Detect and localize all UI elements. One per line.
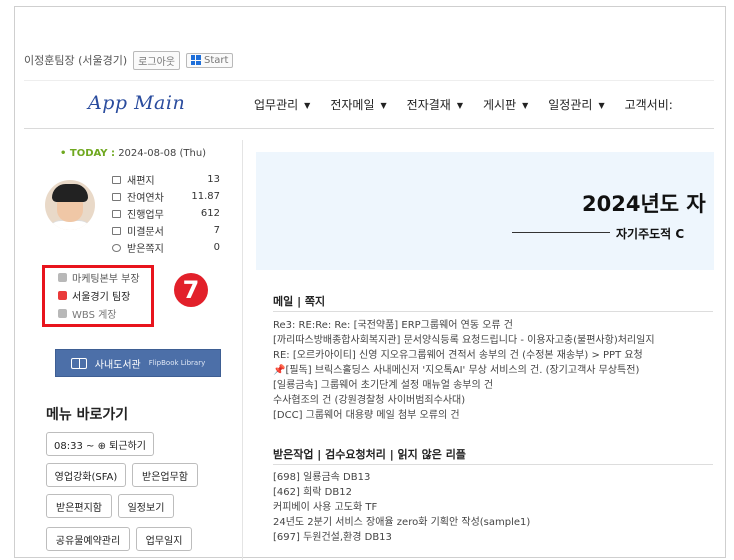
- mail-icon: [112, 175, 121, 184]
- task-list: [698] 일룡금속 DB13 [462] 희락 DB12 커피베이 사용 고도…: [273, 470, 713, 545]
- mail-list: Re3: RE:Re: Re: [국전약품] ERP그룹웨어 연동 오류 건 […: [273, 318, 713, 423]
- shortcut-title: 메뉴 바로가기: [46, 407, 129, 423]
- caret-down-icon: ▼: [456, 101, 463, 110]
- list-item[interactable]: 커피베이 사용 고도화 TF: [273, 500, 713, 515]
- shortcut-received-tasks[interactable]: 받은업무함: [132, 463, 198, 487]
- caret-down-icon: ▼: [598, 101, 605, 110]
- banner-title: 2024년도 자: [582, 192, 706, 216]
- stat-notes[interactable]: 받은쪽지 0: [112, 239, 220, 256]
- stat-tasks[interactable]: 진행업무 612: [112, 205, 220, 222]
- shortcut-inbox[interactable]: 받은편지함: [46, 494, 112, 518]
- windows-icon: [190, 55, 201, 65]
- step-marker: 7: [174, 273, 208, 307]
- user-name: 이정훈팀장 (서울경기): [24, 54, 128, 67]
- task-icon: [112, 209, 121, 218]
- list-item[interactable]: [일룡금속] 그룹웨어 초기단계 설정 매뉴얼 송부의 건: [273, 378, 713, 393]
- mail-section-title[interactable]: 메일 | 쪽지: [273, 293, 325, 309]
- stat-new-mail[interactable]: 새편지 13: [112, 171, 220, 188]
- caret-down-icon: ▼: [304, 101, 311, 110]
- department-icon: [58, 308, 67, 318]
- nav-item-mail[interactable]: 전자메일 ▼: [330, 96, 386, 113]
- list-item[interactable]: 24년도 2분기 서비스 장애율 zero화 기획안 작성(sample1): [273, 515, 713, 530]
- header-divider: [24, 128, 714, 129]
- stat-pending-docs[interactable]: 미결문서 7: [112, 222, 220, 239]
- start-label: Start: [203, 54, 229, 66]
- banner-subtitle: 자기주도적 C: [616, 227, 685, 241]
- document-icon: [112, 226, 121, 235]
- divider: [273, 464, 713, 465]
- department-icon: [58, 272, 67, 282]
- nav-item-board[interactable]: 게시판 ▼: [483, 96, 528, 113]
- sidebar-divider: [242, 140, 243, 560]
- shortcut-worklog[interactable]: 업무일지: [136, 527, 192, 551]
- nav-item-task[interactable]: 업무관리 ▼: [254, 96, 310, 113]
- dept-item-seoul[interactable]: 서울경기 팀장: [58, 286, 140, 304]
- leave-work-button[interactable]: 08:33 ~ ⊕ 퇴근하기: [46, 432, 154, 456]
- list-item[interactable]: [까리따스방배종합사회복지관] 문서양식등록 요청드립니다 - 이용자고충(불편…: [273, 333, 713, 348]
- dept-item-marketing[interactable]: 마케팅본부 부장: [58, 268, 140, 286]
- shortcut-schedule[interactable]: 일정보기: [118, 494, 174, 518]
- dept-item-wbs[interactable]: WBS 계장: [58, 304, 140, 322]
- list-item[interactable]: 📌[필독] 브릭스홀딩스 사내메신저 '지오톡AI' 무상 서비스의 건. (장…: [273, 363, 713, 378]
- avatar[interactable]: [45, 180, 95, 230]
- banner-line: [512, 232, 610, 233]
- list-item[interactable]: RE: [오르카아이티] 신영 지오유그룹웨어 견적서 송부의 건 (수정본 재…: [273, 348, 713, 363]
- nav-item-approval[interactable]: 전자결재 ▼: [407, 96, 463, 113]
- top-nav: 업무관리 ▼ 전자메일 ▼ 전자결재 ▼ 게시판 ▼ 일정관리 ▼ 고객서비:: [254, 96, 673, 113]
- department-icon: [58, 290, 67, 300]
- list-item[interactable]: 수사협조의 건 (강원경찰청 사이버범죄수사대): [273, 393, 713, 408]
- divider: [273, 311, 713, 312]
- user-bar: 이정훈팀장 (서울경기) 로그아웃 Start: [24, 50, 234, 70]
- nav-item-schedule[interactable]: 일정관리 ▼: [548, 96, 604, 113]
- task-section-title[interactable]: 받은작업 | 검수요청처리 | 읽지 않은 리플: [273, 446, 466, 462]
- book-icon: [70, 357, 87, 369]
- list-item[interactable]: [462] 희락 DB12: [273, 485, 713, 500]
- logout-button[interactable]: 로그아웃: [133, 50, 180, 70]
- list-item[interactable]: [DCC] 그룹웨어 대용량 메일 첨부 오류의 건: [273, 408, 713, 423]
- shortcut-reservation[interactable]: 공유물예약관리: [46, 527, 130, 551]
- department-list: 마케팅본부 부장 서울경기 팀장 WBS 계장: [58, 268, 140, 322]
- nav-item-customer[interactable]: 고객서비:: [625, 96, 673, 113]
- caret-down-icon: ▼: [522, 101, 529, 110]
- shortcut-sfa[interactable]: 영업강화(SFA): [46, 463, 126, 487]
- note-icon: [112, 243, 121, 252]
- start-button[interactable]: Start: [185, 52, 234, 68]
- list-item[interactable]: [698] 일룡금속 DB13: [273, 470, 713, 485]
- caret-down-icon: ▼: [380, 101, 387, 110]
- calendar-icon: [112, 192, 121, 201]
- divider: [24, 80, 714, 81]
- list-item[interactable]: Re3: RE:Re: Re: [국전약품] ERP그룹웨어 연동 오류 건: [273, 318, 713, 333]
- user-stats: 새편지 13 잔여연차 11.87 진행업무 612 미결문서 7 받은쪽지 0: [112, 171, 220, 256]
- today-date: • TODAY : 2024-08-08 (Thu): [60, 148, 207, 159]
- app-logo[interactable]: App Main: [88, 92, 185, 114]
- stat-leave[interactable]: 잔여연차 11.87: [112, 188, 220, 205]
- banner[interactable]: 2024년도 자 자기주도적 C: [256, 152, 714, 270]
- library-button[interactable]: 사내도서관 FlipBook Library: [55, 349, 221, 377]
- list-item[interactable]: [697] 두원건설,환경 DB13: [273, 530, 713, 545]
